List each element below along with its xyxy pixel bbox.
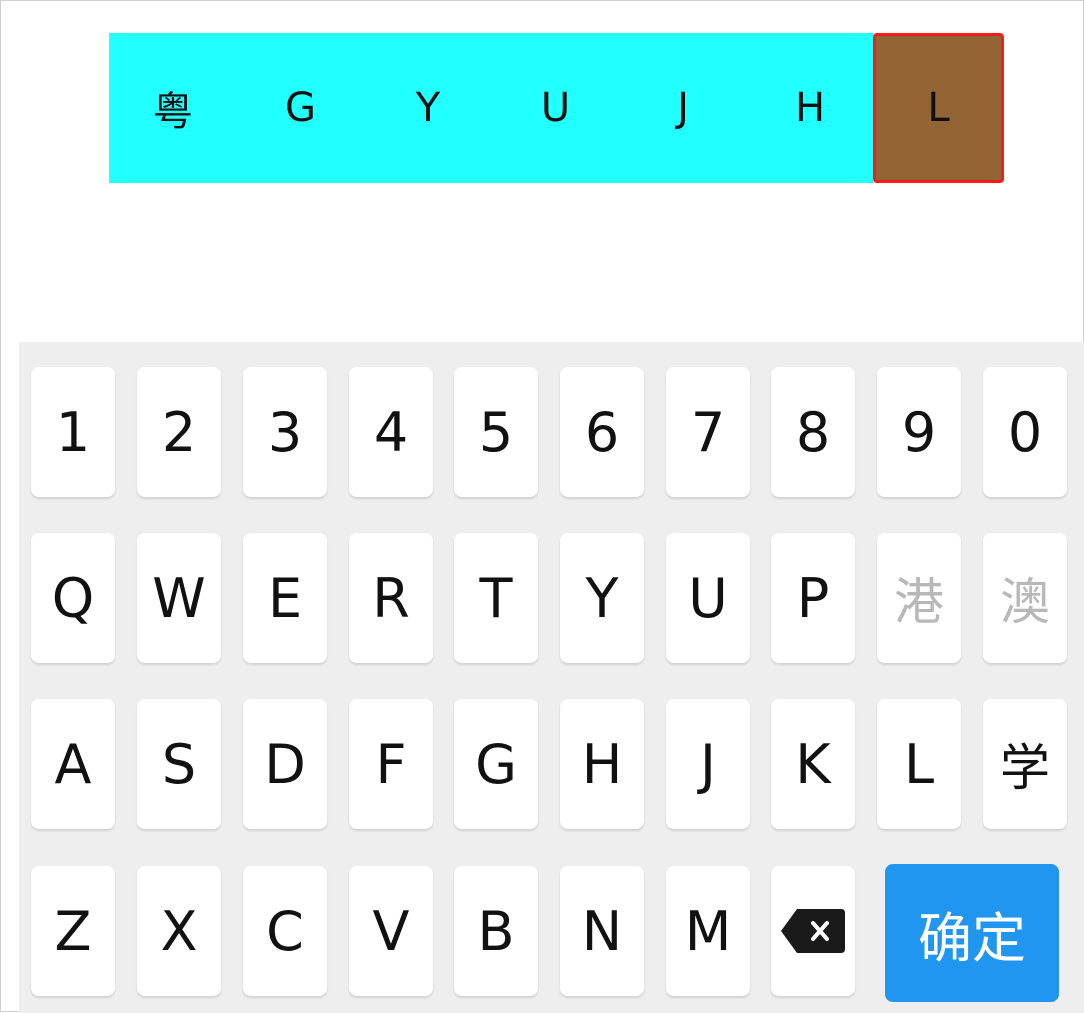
app-frame: 粤 G Y U J H L 1 2 3 4 5 6 7 8 9 0 Q W E … [0, 0, 1084, 1013]
key-m[interactable]: M [666, 866, 750, 996]
key-e[interactable]: E [243, 533, 327, 663]
key-r[interactable]: R [349, 533, 433, 663]
key-n[interactable]: N [560, 866, 644, 996]
key-c[interactable]: C [243, 866, 327, 996]
plate-cell-1[interactable]: G [237, 33, 364, 183]
key-h[interactable]: H [560, 699, 644, 829]
key-j[interactable]: J [666, 699, 750, 829]
key-7[interactable]: 7 [666, 367, 750, 497]
key-2[interactable]: 2 [137, 367, 221, 497]
plate-cell-6-active[interactable]: L [873, 33, 1004, 183]
key-1[interactable]: 1 [31, 367, 115, 497]
key-t[interactable]: T [454, 533, 538, 663]
key-w[interactable]: W [137, 533, 221, 663]
key-s[interactable]: S [137, 699, 221, 829]
key-ao-disabled: 澳 [983, 533, 1067, 663]
key-0[interactable]: 0 [983, 367, 1067, 497]
delete-key[interactable] [771, 866, 855, 996]
plate-cell-4[interactable]: J [619, 33, 747, 183]
key-b[interactable]: B [454, 866, 538, 996]
plate-cell-3[interactable]: U [492, 33, 619, 183]
key-9[interactable]: 9 [877, 367, 961, 497]
key-k[interactable]: K [771, 699, 855, 829]
plate-number-display: 粤 G Y U J H L [109, 33, 1004, 183]
key-xue[interactable]: 学 [983, 699, 1067, 829]
key-l[interactable]: L [877, 699, 961, 829]
plate-keyboard: 1 2 3 4 5 6 7 8 9 0 Q W E R T Y U P 港 澳 … [19, 342, 1084, 1013]
key-a[interactable]: A [31, 699, 115, 829]
key-g[interactable]: G [454, 699, 538, 829]
key-f[interactable]: F [349, 699, 433, 829]
key-5[interactable]: 5 [454, 367, 538, 497]
plate-cell-5[interactable]: H [747, 33, 873, 183]
key-q[interactable]: Q [31, 533, 115, 663]
key-y[interactable]: Y [560, 533, 644, 663]
key-x[interactable]: X [137, 866, 221, 996]
key-6[interactable]: 6 [560, 367, 644, 497]
key-3[interactable]: 3 [243, 367, 327, 497]
key-gang-disabled: 港 [877, 533, 961, 663]
confirm-button[interactable]: 确定 [885, 864, 1059, 1002]
key-p[interactable]: P [771, 533, 855, 663]
key-v[interactable]: V [349, 866, 433, 996]
key-z[interactable]: Z [31, 866, 115, 996]
key-8[interactable]: 8 [771, 367, 855, 497]
key-d[interactable]: D [243, 699, 327, 829]
plate-cell-2[interactable]: Y [364, 33, 492, 183]
key-4[interactable]: 4 [349, 367, 433, 497]
backspace-icon [781, 909, 845, 953]
key-u[interactable]: U [666, 533, 750, 663]
plate-cell-province[interactable]: 粤 [109, 33, 237, 183]
